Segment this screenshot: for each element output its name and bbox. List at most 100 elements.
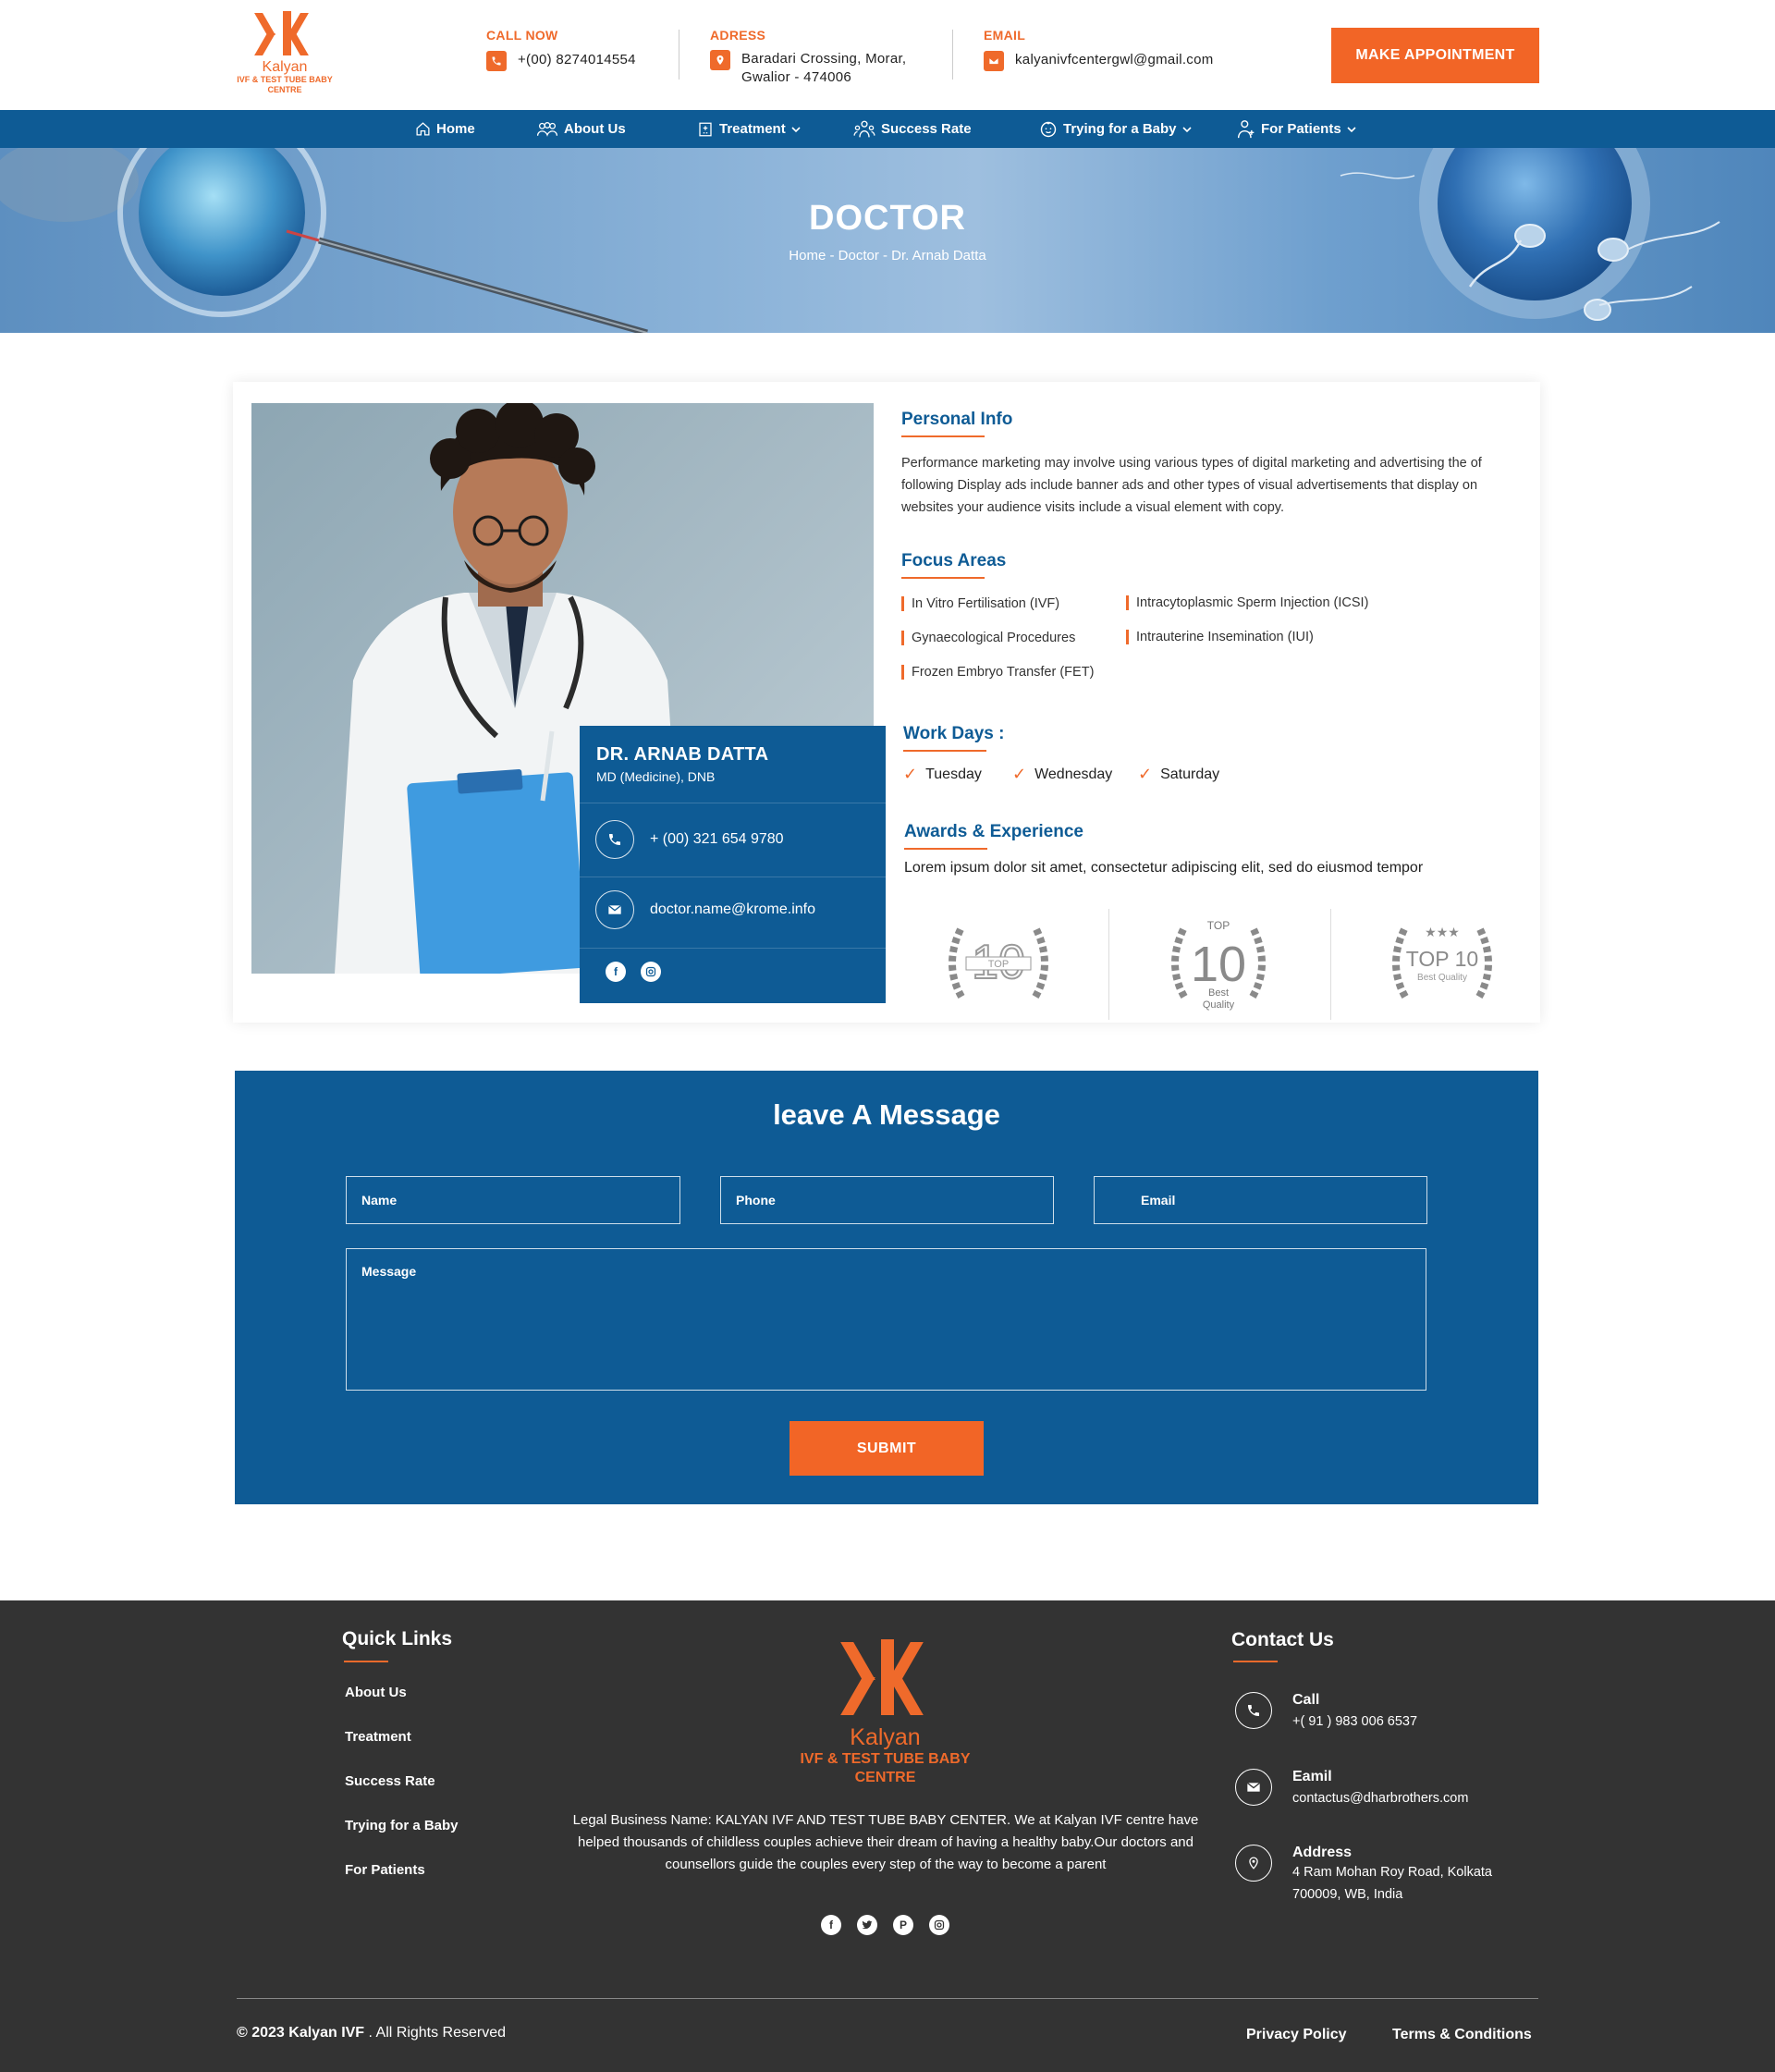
footer-link-about-us[interactable]: About Us — [345, 1685, 407, 1700]
facebook-icon[interactable]: f — [606, 962, 626, 982]
twitter-icon[interactable] — [857, 1915, 877, 1935]
call-label: CALL NOW — [486, 28, 558, 43]
page-title: DOCTOR — [809, 199, 966, 238]
nav-label: Home — [436, 121, 475, 137]
focus-areas-section: Focus Areas — [901, 551, 1006, 579]
contact-title: Address — [1292, 1845, 1353, 1860]
svg-text:Best Quality: Best Quality — [1417, 973, 1467, 983]
doctor-email[interactable]: doctor.name@krome.info — [595, 890, 815, 929]
site-header: Kalyan IVF & TEST TUBE BABY CENTRE CALL … — [0, 0, 1775, 110]
section-heading: Work Days : — [903, 724, 1005, 743]
heading-underline — [1233, 1661, 1278, 1662]
brand-tagline: IVF & TEST TUBE BABY CENTRE — [800, 1751, 971, 1785]
contact-title: Eamil — [1292, 1769, 1332, 1784]
address-line-1: Baradari Crossing, Morar, — [741, 51, 907, 67]
kalyan-logo-icon — [254, 11, 312, 57]
nav-item-home[interactable]: Home — [415, 110, 475, 148]
brand-logo[interactable]: Kalyan IVF & TEST TUBE BABY CENTRE — [229, 11, 340, 95]
nav-label: Trying for a Baby — [1063, 121, 1177, 137]
work-day: ✓ Saturday — [1138, 765, 1220, 783]
terms-conditions-link[interactable]: Terms & Conditions — [1392, 2027, 1532, 2043]
footer-social-links: f P — [821, 1915, 949, 1935]
address-line-2: Gwalior - 474006 — [741, 69, 852, 85]
make-appointment-button[interactable]: MAKE APPOINTMENT — [1331, 28, 1539, 83]
doctor-name: DR. ARNAB DATTA — [596, 744, 769, 765]
email-input[interactable] — [1094, 1176, 1427, 1224]
nav-label: Treatment — [719, 121, 786, 137]
footer-contact-call[interactable]: Call +( 91 ) 983 006 6537 — [1235, 1692, 1417, 1733]
brand-name: Kalyan — [850, 1724, 921, 1750]
heading-underline — [903, 750, 986, 752]
doctor-phone-number: + (00) 321 654 9780 — [650, 831, 784, 847]
svg-text:TOP: TOP — [988, 959, 1009, 970]
section-heading: Awards & Experience — [904, 822, 1083, 841]
work-day: ✓ Tuesday — [903, 765, 982, 783]
nav-item-for-patients[interactable]: For Patients — [1237, 110, 1356, 148]
focus-area-item: In Vitro Fertilisation (IVF) — [901, 596, 1059, 611]
heading-underline — [901, 577, 985, 579]
chevron-down-icon — [1181, 126, 1192, 132]
footer-contact-address[interactable]: Address 4 Ram Mohan Roy Road, Kolkata 70… — [1235, 1845, 1492, 1906]
award-badge: 10 TOP — [938, 909, 1059, 1020]
divider — [1108, 909, 1109, 1020]
contact-title: Call — [1292, 1692, 1320, 1708]
svg-text:Quality: Quality — [1203, 999, 1235, 1011]
home-icon — [416, 122, 430, 136]
nav-label: Success Rate — [881, 121, 972, 137]
svg-text:TOP 10: TOP 10 — [1406, 947, 1478, 971]
facebook-icon[interactable]: f — [821, 1915, 841, 1935]
check-icon: ✓ — [1138, 765, 1153, 783]
quick-links-heading: Quick Links — [342, 1628, 453, 1649]
phone-icon — [1235, 1692, 1272, 1729]
footer-link-treatment[interactable]: Treatment — [345, 1729, 411, 1745]
nav-item-trying-for-a-baby[interactable]: Trying for a Baby — [1039, 110, 1192, 148]
phone-input[interactable] — [720, 1176, 1054, 1224]
svg-text:★★★: ★★★ — [1425, 926, 1460, 940]
kalyan-logo-icon — [839, 1639, 925, 1717]
footer-link-success-rate[interactable]: Success Rate — [345, 1773, 435, 1789]
privacy-policy-link[interactable]: Privacy Policy — [1246, 2027, 1347, 2043]
contact-value: 700009, WB, India — [1292, 1887, 1403, 1902]
call-number[interactable]: +(00) 8274014554 — [518, 51, 636, 69]
chevron-down-icon — [791, 126, 801, 132]
footer-link-for-patients[interactable]: For Patients — [345, 1862, 425, 1878]
contact-value: 4 Ram Mohan Roy Road, Kolkata — [1292, 1865, 1492, 1880]
heading-underline — [344, 1661, 388, 1662]
doctor-social-links: f — [606, 962, 661, 982]
submit-button[interactable]: SUBMIT — [790, 1421, 984, 1476]
footer-logo[interactable]: Kalyan IVF & TEST TUBE BABY CENTRE — [786, 1639, 985, 1787]
email-address[interactable]: kalyanivfcentergwl@gmail.com — [1015, 51, 1214, 69]
mail-icon — [595, 890, 634, 929]
header-address: ADRESS Baradari Crossing, Morar, Gwalior… — [710, 28, 906, 87]
pinterest-icon[interactable]: P — [893, 1915, 913, 1935]
form-title: leave A Message — [773, 1098, 1000, 1131]
svg-text:10: 10 — [1191, 937, 1246, 992]
address-label: ADRESS — [710, 28, 766, 43]
brand-tagline: IVF & TEST TUBE BABY CENTRE — [237, 75, 333, 94]
section-heading: Focus Areas — [901, 551, 1007, 570]
instagram-icon[interactable] — [641, 962, 661, 982]
nav-item-about-us[interactable]: About Us — [536, 110, 626, 148]
contact-us-heading: Contact Us — [1231, 1629, 1334, 1650]
site-footer: Quick Links About Us Treatment Success R… — [0, 1600, 1775, 2072]
nav-item-treatment[interactable]: Treatment — [697, 110, 801, 148]
doctor-email-address: doctor.name@krome.info — [650, 901, 815, 917]
award-badge: TOP 10 Best Quality — [1158, 909, 1279, 1020]
breadcrumb[interactable]: Home - Doctor - Dr. Arnab Datta — [0, 248, 1775, 264]
map-pin-icon — [710, 50, 730, 70]
name-input[interactable] — [346, 1176, 680, 1224]
mail-icon — [1235, 1769, 1272, 1806]
instagram-icon[interactable] — [929, 1915, 949, 1935]
work-days-section: Work Days : — [903, 724, 1004, 752]
work-day: ✓ Wednesday — [1012, 765, 1113, 783]
nav-item-success-rate[interactable]: Success Rate — [853, 110, 972, 148]
footer-link-trying-for-a-baby[interactable]: Trying for a Baby — [345, 1818, 459, 1833]
mail-icon — [984, 51, 1004, 71]
doctor-phone[interactable]: + (00) 321 654 9780 — [595, 820, 784, 859]
brand-name: Kalyan — [262, 59, 308, 75]
nav-label: About Us — [564, 121, 626, 137]
doctor-contact-panel: DR. ARNAB DATTA MD (Medicine), DNB + (00… — [580, 726, 886, 1003]
footer-contact-email[interactable]: Eamil contactus@dharbrothers.com — [1235, 1769, 1468, 1809]
personal-info-section: Personal Info — [901, 410, 1012, 437]
message-textarea[interactable] — [346, 1248, 1426, 1391]
